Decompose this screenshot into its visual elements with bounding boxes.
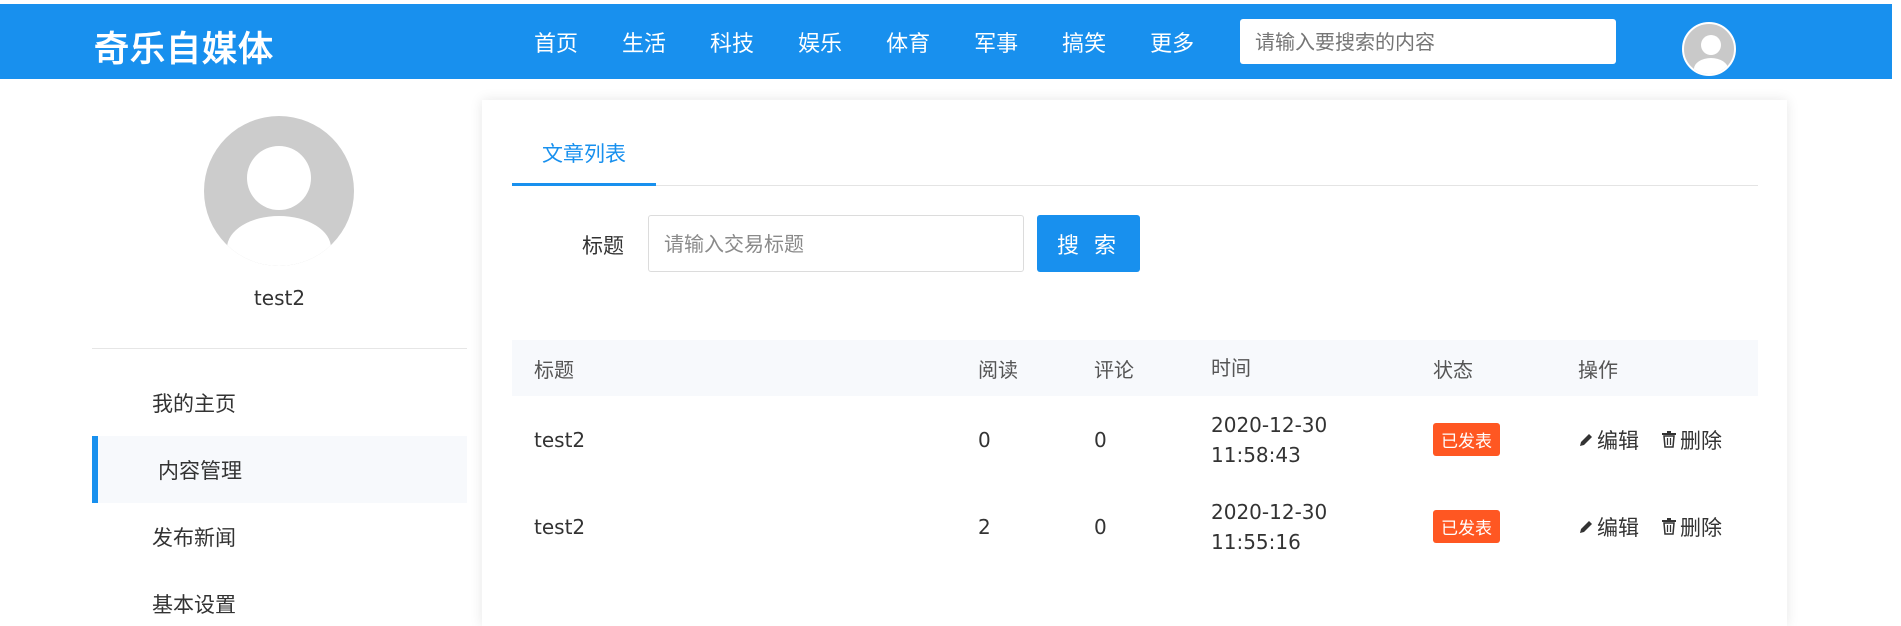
nav-item-military[interactable]: 军事: [974, 26, 1018, 58]
row-date: 2020-12-30: [1211, 412, 1328, 437]
status-badge: 已发表: [1433, 510, 1500, 543]
top-navbar: 奇乐自媒体 首页 生活 科技 娱乐 体育 军事 搞笑 更多: [0, 4, 1892, 79]
main-nav: 首页 生活 科技 娱乐 体育 军事 搞笑 更多: [534, 4, 1238, 79]
search-button[interactable]: 搜 索: [1037, 215, 1140, 272]
row-actions: 编辑 删除: [1578, 483, 1744, 570]
site-logo[interactable]: 奇乐自媒体: [94, 21, 274, 72]
header-comments: 评论: [1094, 357, 1134, 382]
row-title[interactable]: test2: [534, 396, 585, 483]
nav-item-funny[interactable]: 搞笑: [1062, 26, 1106, 58]
row-title[interactable]: test2: [534, 483, 585, 570]
profile-avatar-icon: [204, 116, 354, 266]
content-panel: 文章列表 标题 搜 索 标题 阅读 评论 时间 状态 操作 test2 0 0 …: [482, 100, 1787, 626]
table-header: 标题 阅读 评论 时间 状态 操作: [512, 340, 1758, 396]
edit-button[interactable]: 编辑: [1578, 512, 1639, 542]
status-badge: 已发表: [1433, 423, 1500, 456]
trash-icon: [1662, 518, 1676, 535]
delete-label: 删除: [1680, 515, 1722, 540]
title-filter-label: 标题: [582, 234, 624, 258]
row-comments: 0: [1094, 427, 1107, 452]
nav-item-life[interactable]: 生活: [622, 26, 666, 58]
header-actions: 操作: [1578, 357, 1618, 382]
article-table: 标题 阅读 评论 时间 状态 操作 test2 0 0 2020-12-30 1…: [512, 340, 1758, 570]
tab-bar: 文章列表: [512, 100, 1758, 186]
sidebar-item-basic-settings[interactable]: 基本设置: [92, 570, 467, 626]
delete-button[interactable]: 删除: [1661, 512, 1722, 542]
edit-label: 编辑: [1597, 428, 1639, 453]
row-time: 2020-12-30 11:58:43: [1211, 396, 1327, 483]
row-comments: 0: [1094, 514, 1107, 539]
sidebar-divider: [92, 348, 467, 349]
nav-item-home[interactable]: 首页: [534, 26, 578, 58]
user-avatar-icon[interactable]: [1682, 22, 1736, 76]
sidebar-item-my-home[interactable]: 我的主页: [92, 369, 467, 436]
sidebar-item-publish-news[interactable]: 发布新闻: [92, 503, 467, 570]
nav-item-more[interactable]: 更多: [1150, 26, 1194, 58]
header-time: 时间: [1211, 356, 1251, 380]
trash-icon: [1662, 431, 1676, 448]
nav-item-entertainment[interactable]: 娱乐: [798, 26, 842, 58]
row-reads: 2: [978, 514, 991, 539]
page: 奇乐自媒体 首页 生活 科技 娱乐 体育 军事 搞笑 更多 test2: [0, 0, 1901, 626]
nav-item-tech[interactable]: 科技: [710, 26, 754, 58]
site-search-input[interactable]: [1240, 19, 1616, 64]
profile-username: test2: [253, 286, 306, 310]
delete-button[interactable]: 删除: [1661, 425, 1722, 455]
sidebar-item-content-management[interactable]: 内容管理: [92, 436, 467, 503]
header-status: 状态: [1433, 357, 1473, 382]
row-time: 2020-12-30 11:55:16: [1211, 483, 1327, 570]
nav-item-sports[interactable]: 体育: [886, 26, 930, 58]
table-row: test2 0 0 2020-12-30 11:58:43 已发表 编辑 删除: [512, 396, 1758, 483]
header-reads: 阅读: [978, 357, 1018, 382]
edit-label: 编辑: [1597, 515, 1639, 540]
sidebar: test2 我的主页 内容管理 发布新闻 基本设置: [92, 100, 467, 626]
row-clock: 11:55:16: [1211, 529, 1301, 554]
title-filter-input[interactable]: [648, 215, 1024, 272]
row-actions: 编辑 删除: [1578, 396, 1744, 483]
tab-article-list[interactable]: 文章列表: [512, 138, 656, 186]
row-status: 已发表: [1433, 483, 1500, 570]
row-status: 已发表: [1433, 396, 1500, 483]
header-title: 标题: [534, 357, 574, 382]
pencil-icon: [1580, 520, 1592, 533]
delete-label: 删除: [1680, 428, 1722, 453]
row-date: 2020-12-30: [1211, 499, 1328, 524]
row-clock: 11:58:43: [1211, 442, 1301, 467]
edit-button[interactable]: 编辑: [1578, 425, 1639, 455]
row-reads: 0: [978, 427, 991, 452]
table-row: test2 2 0 2020-12-30 11:55:16 已发表 编辑 删除: [512, 483, 1758, 570]
pencil-icon: [1580, 433, 1592, 446]
